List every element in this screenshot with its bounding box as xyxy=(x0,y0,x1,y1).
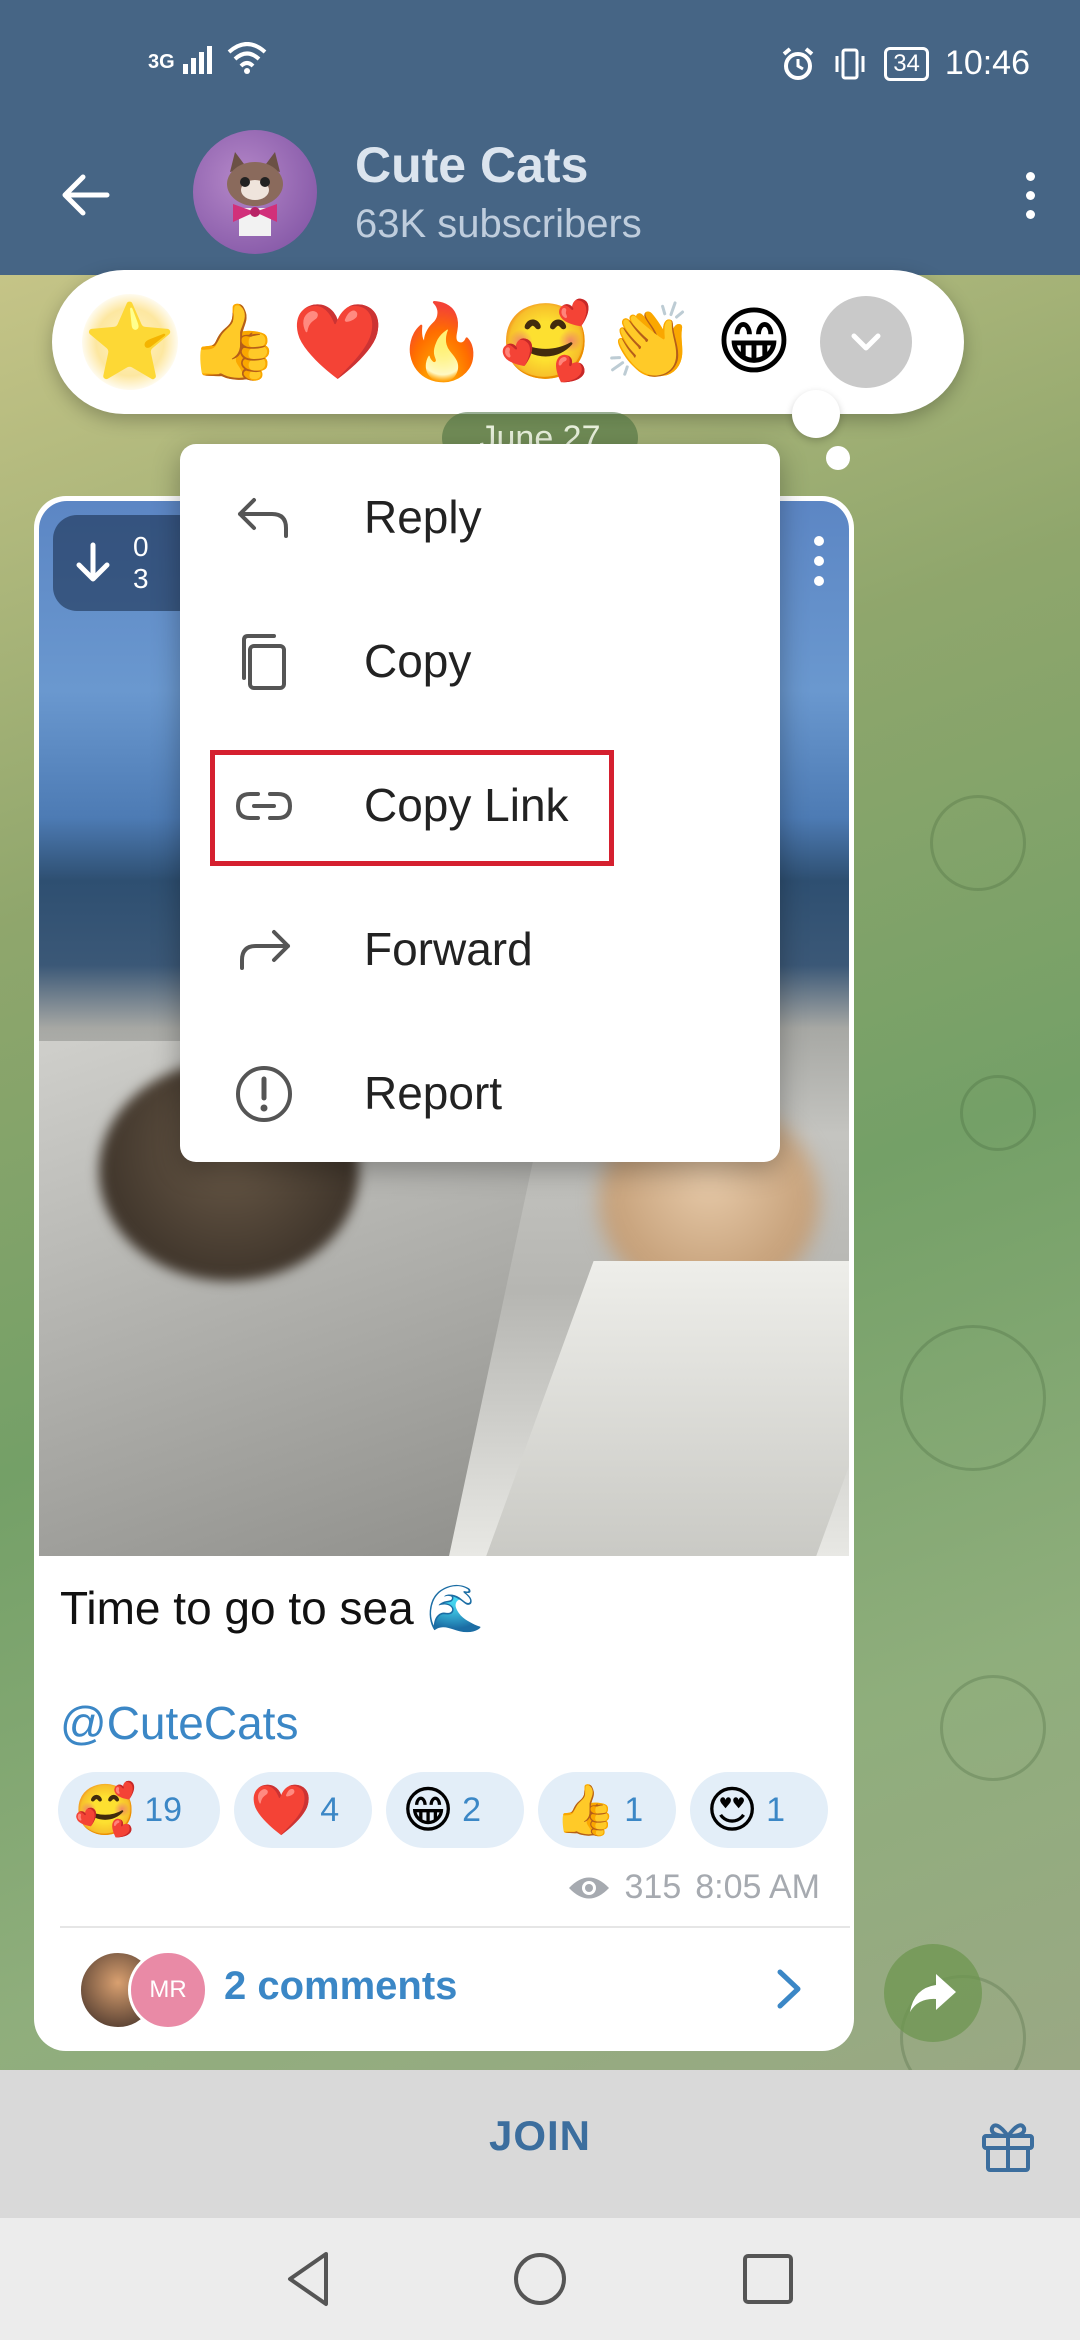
reaction-emoji: 👍 xyxy=(554,1782,617,1838)
expand-reactions-button[interactable] xyxy=(820,296,912,388)
menu-item-reply[interactable]: Reply xyxy=(180,444,780,588)
dot xyxy=(1025,209,1035,219)
comments-label: 2 comments xyxy=(224,1964,458,2008)
dot xyxy=(1025,190,1035,200)
status-right: 34 10:46 xyxy=(780,44,1030,83)
share-button[interactable] xyxy=(884,1944,982,2042)
reaction-emoji: 🥰 xyxy=(74,1782,137,1838)
reaction-option-heart[interactable]: ❤️ xyxy=(290,294,386,390)
report-icon xyxy=(236,1066,292,1122)
dot xyxy=(814,536,824,546)
media-menu-button[interactable] xyxy=(799,521,839,601)
channel-header: Cute Cats 63K subscribers xyxy=(0,130,1080,275)
reaction-count: 1 xyxy=(766,1790,786,1829)
battery-level: 34 xyxy=(884,46,929,81)
reaction-option-fire[interactable]: 🔥 xyxy=(394,294,490,390)
reaction-chip[interactable]: 👍 1 xyxy=(538,1772,676,1848)
reply-icon xyxy=(238,498,288,538)
chevron-right-icon xyxy=(777,1969,801,2009)
reaction-option-love-face[interactable]: 🥰 xyxy=(498,294,594,390)
wifi-icon xyxy=(227,42,267,74)
view-count: 315 xyxy=(624,1868,682,1906)
bottom-join-bar: JOIN xyxy=(0,2070,1080,2218)
reaction-chip[interactable]: 😍 1 xyxy=(690,1772,828,1848)
signal-indicators: 3G xyxy=(148,42,267,74)
alarm-icon xyxy=(782,46,814,80)
reaction-chip[interactable]: ❤️ 4 xyxy=(234,1772,372,1848)
channel-mention-link[interactable]: @CuteCats xyxy=(60,1696,298,1750)
download-arrow-icon xyxy=(76,542,110,582)
reaction-option-grin[interactable]: 😁 xyxy=(706,294,802,390)
nav-back-icon[interactable] xyxy=(276,2246,342,2312)
post-caption: Time to go to sea 🌊 xyxy=(60,1582,484,1634)
reaction-count: 19 xyxy=(144,1790,183,1829)
back-button[interactable] xyxy=(50,160,120,230)
dot xyxy=(814,556,824,566)
join-button[interactable]: JOIN xyxy=(440,2112,640,2176)
signal-icon xyxy=(182,46,212,74)
vibrate-icon xyxy=(835,48,865,79)
reaction-emoji: 😍 xyxy=(706,1782,759,1838)
picker-tail-small xyxy=(826,446,850,470)
boat-step-shape xyxy=(484,1261,849,1556)
system-navigation-bar xyxy=(0,2218,1080,2340)
reaction-count: 1 xyxy=(624,1790,644,1829)
channel-avatar[interactable] xyxy=(193,130,317,254)
cat-avatar-icon xyxy=(227,152,283,236)
subscriber-count: 63K subscribers xyxy=(355,202,642,246)
reaction-option-star[interactable]: ⭐ xyxy=(82,294,178,390)
post-reactions: 🥰 19 ❤️ 4 😁 2 👍 1 😍 1 xyxy=(58,1772,828,1848)
menu-label: Forward xyxy=(364,923,533,975)
reaction-option-thumbs-up[interactable]: 👍 xyxy=(186,294,282,390)
nav-home-icon[interactable] xyxy=(507,2246,573,2312)
reaction-emoji: 😁 xyxy=(402,1782,455,1838)
reaction-count: 2 xyxy=(462,1790,482,1829)
dot xyxy=(814,576,824,586)
post-time: 8:05 AM xyxy=(695,1868,820,1906)
post-meta: 315 8:05 AM xyxy=(567,1868,820,1907)
menu-label: Reply xyxy=(364,491,482,543)
back-arrow-icon xyxy=(62,174,110,216)
status-bar: 3G 34 10:46 xyxy=(0,0,1080,130)
comments-row[interactable]: MR 2 comments xyxy=(34,1928,854,2048)
nav-recents-icon[interactable] xyxy=(735,2246,801,2312)
dot xyxy=(1025,171,1035,181)
share-arrow-icon xyxy=(910,1974,956,2012)
eye-icon xyxy=(568,1877,609,1898)
channel-title[interactable]: Cute Cats xyxy=(355,136,588,194)
more-options-button[interactable] xyxy=(1000,160,1060,230)
badge-line-2: 3 xyxy=(133,563,149,594)
menu-label: Report xyxy=(364,1067,503,1119)
clock: 10:46 xyxy=(944,44,1030,82)
commenter-avatar-initials: MR xyxy=(128,1950,208,2030)
reaction-option-clap[interactable]: 👏 xyxy=(602,294,698,390)
badge-line-1: 0 xyxy=(133,531,149,562)
copy-icon xyxy=(242,634,286,690)
gift-icon[interactable] xyxy=(976,2112,1040,2176)
menu-item-copy[interactable]: Copy xyxy=(180,588,780,732)
picker-tail xyxy=(792,390,840,438)
reaction-chip[interactable]: 😁 2 xyxy=(386,1772,524,1848)
reaction-count: 4 xyxy=(320,1790,340,1829)
reaction-emoji: ❤️ xyxy=(250,1782,313,1838)
highlight-box xyxy=(210,750,614,866)
menu-item-report[interactable]: Report xyxy=(180,1020,780,1164)
network-type: 3G xyxy=(148,51,175,73)
chevron-down-icon xyxy=(851,333,881,351)
download-progress-text: 0 3 xyxy=(133,531,149,595)
menu-label: Copy xyxy=(364,635,472,687)
reaction-chip[interactable]: 🥰 19 xyxy=(58,1772,220,1848)
menu-item-forward[interactable]: Forward xyxy=(180,876,780,1020)
forward-icon xyxy=(240,930,290,970)
